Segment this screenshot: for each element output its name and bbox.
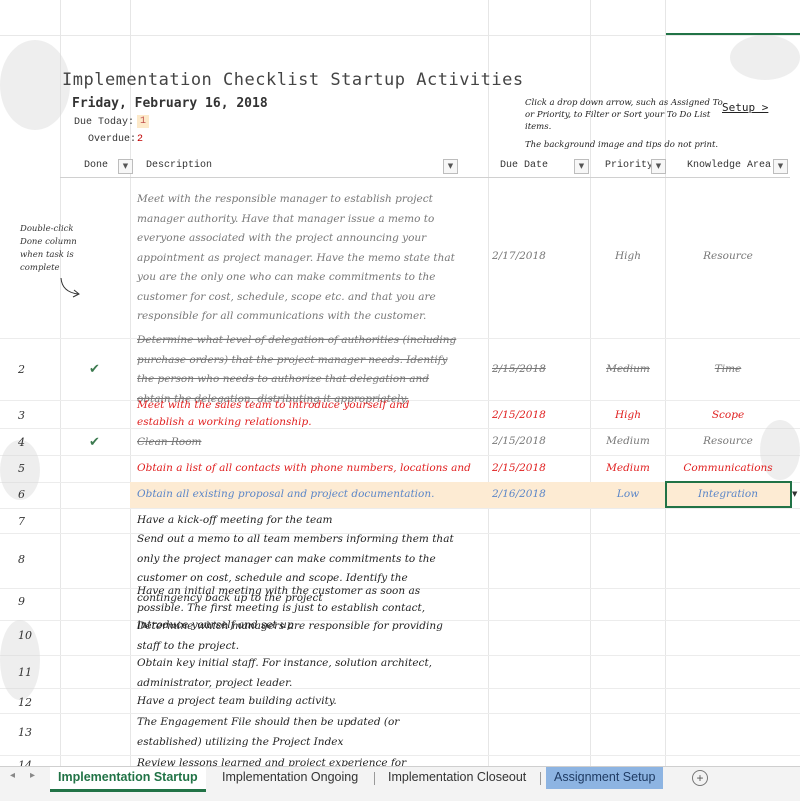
overdue-count: 2 [137, 134, 144, 145]
selected-column-indicator [665, 33, 800, 35]
row-number: 10 [18, 629, 32, 642]
header-done: Done [84, 160, 109, 171]
cell-dropdown-icon[interactable]: ▼ [792, 490, 797, 498]
task-knowledge-area[interactable]: Communications [666, 462, 790, 474]
row-number: 3 [18, 409, 25, 422]
task-description[interactable]: Clean Room [137, 433, 457, 453]
filter-dropdown-description[interactable]: ▼ [443, 159, 458, 174]
scroll-right-icon[interactable]: ▸ [30, 770, 35, 781]
page-title: Implementation Checklist Startup Activit… [62, 70, 524, 90]
task-knowledge-area[interactable]: Scope [666, 409, 790, 421]
tab-implementation-closeout[interactable]: Implementation Closeout [380, 767, 534, 789]
background-texture [730, 35, 800, 80]
row-number: 7 [18, 515, 25, 528]
row-number: 11 [18, 666, 32, 679]
task-description[interactable]: Have a project team building activity. [137, 692, 457, 712]
due-today-label: Due Today: [74, 117, 135, 128]
filter-dropdown-knowledge-area[interactable]: ▼ [773, 159, 788, 174]
task-priority[interactable]: High [593, 409, 663, 421]
row-number: 4 [18, 436, 25, 449]
row-number: 6 [18, 488, 25, 501]
task-priority[interactable]: Medium [593, 435, 663, 447]
filter-dropdown-done[interactable]: ▼ [118, 159, 133, 174]
tab-separator [540, 772, 541, 785]
header-due-date: Due Date [500, 160, 549, 171]
task-due-date[interactable]: 2/15/2018 [492, 409, 562, 421]
task-due-date[interactable]: 2/15/2018 [492, 462, 562, 474]
overdue-label: Overdue: [88, 134, 137, 145]
task-knowledge-area[interactable]: Integration [666, 488, 790, 500]
task-due-date[interactable]: 2/15/2018 [492, 363, 562, 375]
row-number: 13 [18, 726, 32, 739]
grid-line [0, 455, 800, 456]
worksheet[interactable]: Implementation Checklist Startup Activit… [0, 0, 800, 766]
task-description[interactable]: Have a kick-off meeting for the team [137, 511, 457, 531]
header-priority: Priority [605, 160, 654, 171]
task-description[interactable]: Obtain all existing proposal and project… [137, 485, 477, 505]
task-priority[interactable]: Medium [593, 462, 663, 474]
header-divider [60, 177, 790, 178]
double-click-tip: Double-click Done column when task is co… [20, 224, 77, 273]
filter-tip: Click a drop down arrow, such as Assigne… [525, 98, 723, 132]
task-priority[interactable]: Low [593, 488, 663, 500]
task-due-date[interactable]: 2/15/2018 [492, 435, 562, 447]
task-due-date[interactable]: 2/16/2018 [492, 488, 562, 500]
row-number: 5 [18, 462, 25, 475]
task-description[interactable]: Meet with the responsible manager to est… [137, 190, 457, 327]
task-description[interactable]: Obtain key initial staff. For instance, … [137, 654, 457, 693]
row-number: 14 [18, 759, 32, 766]
sheet-tab-bar: ◂ ▸ Implementation Startup Implementatio… [0, 766, 800, 801]
setup-link[interactable]: Setup > [722, 101, 768, 114]
print-tip: The background image and tips do not pri… [525, 140, 719, 150]
task-priority[interactable]: Medium [593, 363, 663, 375]
header-description: Description [146, 160, 213, 171]
tab-implementation-startup[interactable]: Implementation Startup [50, 767, 206, 792]
grid-line [488, 0, 489, 766]
formula-area [0, 0, 800, 36]
task-description[interactable]: The Engagement File should then be updat… [137, 713, 437, 752]
filter-dropdown-due-date[interactable]: ▼ [574, 159, 589, 174]
task-due-date[interactable]: 2/17/2018 [492, 250, 562, 262]
task-priority[interactable]: High [593, 250, 663, 262]
row-number: 12 [18, 696, 32, 709]
header-knowledge-area: Knowledge Area [687, 160, 772, 171]
background-texture [0, 40, 70, 130]
row-number: 8 [18, 553, 25, 566]
add-sheet-icon[interactable]: + [692, 770, 708, 786]
done-check-icon[interactable]: ✔ [89, 362, 100, 377]
task-knowledge-area[interactable]: Time [666, 363, 790, 375]
task-knowledge-area[interactable]: Resource [666, 435, 790, 447]
grid-line [130, 0, 131, 766]
scroll-left-icon[interactable]: ◂ [10, 770, 15, 781]
tab-implementation-ongoing[interactable]: Implementation Ongoing [214, 767, 366, 789]
tab-assignment-setup[interactable]: Assignment Setup [546, 767, 664, 789]
task-description[interactable]: Determine which managers are responsible… [137, 617, 457, 656]
task-description[interactable]: Meet with the sales team to introduce yo… [137, 397, 457, 431]
task-description[interactable]: Review lessons learned and project exper… [137, 754, 467, 766]
filter-dropdown-priority[interactable]: ▼ [651, 159, 666, 174]
due-today-count: 1 [137, 115, 150, 128]
row-number: 2 [18, 363, 25, 376]
grid-line [0, 508, 800, 509]
done-check-icon[interactable]: ✔ [89, 435, 100, 450]
callout-arrow-icon [60, 277, 80, 298]
current-date: Friday, February 16, 2018 [72, 96, 268, 111]
row-number: 9 [18, 595, 25, 608]
task-knowledge-area[interactable]: Resource [666, 250, 790, 262]
tab-separator [374, 772, 375, 785]
